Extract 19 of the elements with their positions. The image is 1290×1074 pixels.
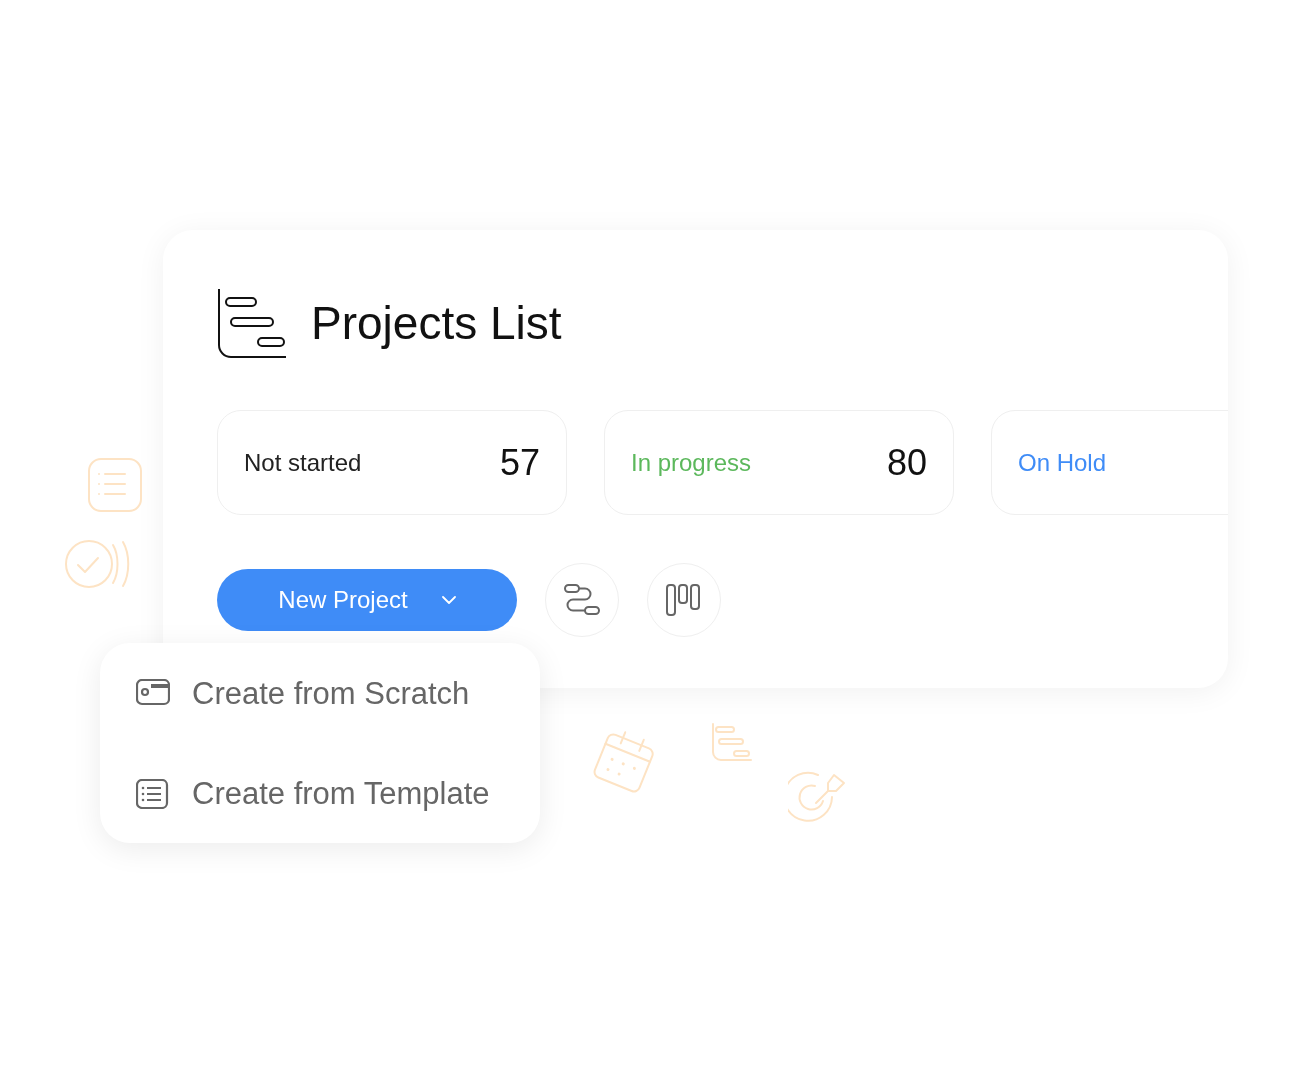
list-icon bbox=[87, 457, 143, 513]
menu-item[interactable]: Create from Scratch bbox=[136, 659, 526, 729]
status-label: Not started bbox=[244, 448, 362, 477]
status-card[interactable]: On Hold bbox=[991, 410, 1228, 515]
status-label: In progress bbox=[631, 448, 752, 477]
board-columns-icon bbox=[665, 583, 703, 617]
status-count: 57 bbox=[499, 441, 540, 484]
gantt-icon bbox=[217, 288, 287, 358]
page-title: Projects List bbox=[311, 296, 562, 350]
new-project-button[interactable]: New Project bbox=[217, 569, 517, 631]
chevron-down-icon bbox=[441, 596, 456, 604]
flow-icon bbox=[563, 583, 601, 617]
status-card[interactable]: Not started 57 bbox=[217, 410, 567, 515]
status-count: 80 bbox=[886, 441, 927, 484]
list-icon bbox=[136, 779, 170, 809]
gantt-icon bbox=[711, 722, 753, 764]
status-label: On Hold bbox=[1018, 448, 1107, 477]
status-card[interactable]: In progress 80 bbox=[604, 410, 954, 515]
menu-item[interactable]: Create from Template bbox=[136, 759, 526, 829]
